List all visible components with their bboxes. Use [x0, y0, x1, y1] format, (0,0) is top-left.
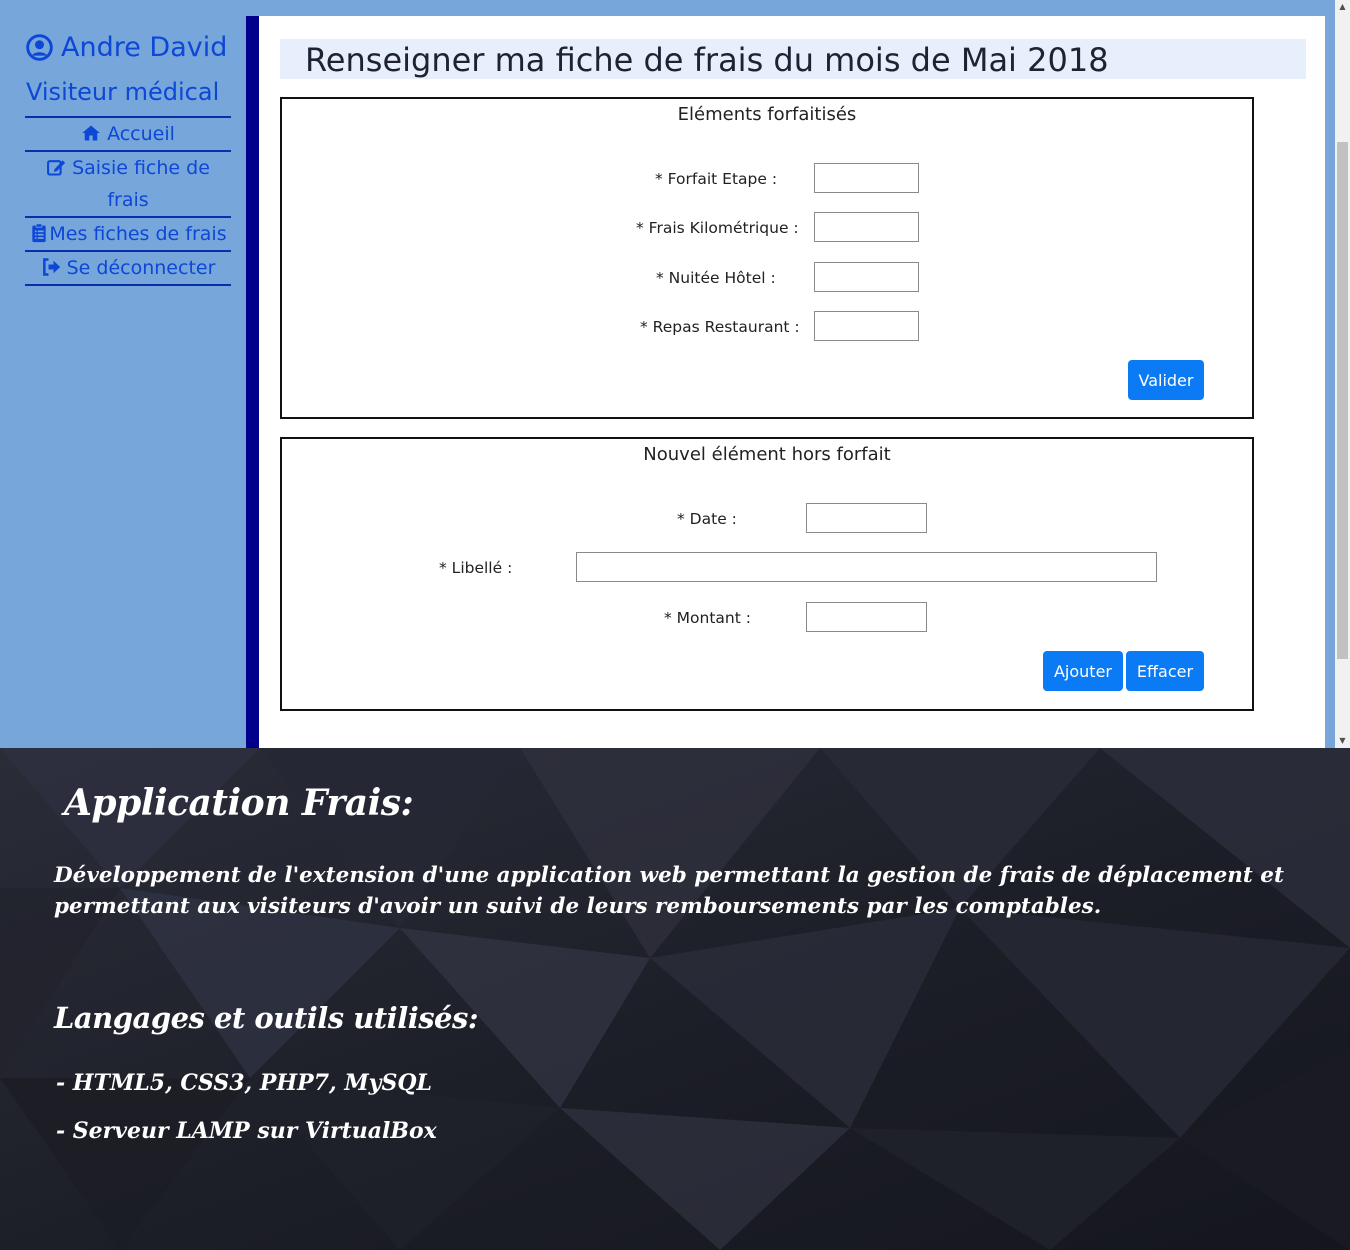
- hors-forfait-fieldset: Nouvel élément hors forfait * Date : * L…: [280, 437, 1254, 711]
- nav-item-sheets[interactable]: Mes fiches de frais: [25, 216, 231, 250]
- nuitee-hotel-label: * Nuitée Hôtel :: [656, 269, 776, 287]
- scroll-thumb[interactable]: [1337, 142, 1348, 659]
- user-circle-icon: [26, 34, 53, 61]
- forfait-legend: Eléments forfaitisés: [677, 104, 857, 125]
- page-title: Renseigner ma fiche de frais du mois de …: [280, 39, 1306, 79]
- sign-out-icon: [42, 258, 60, 276]
- clear-button[interactable]: Effacer: [1126, 651, 1204, 691]
- sidebar-divider: [246, 16, 259, 748]
- tool-item-2: - Serveur LAMP sur VirtualBox: [56, 1118, 437, 1144]
- project-description-panel: Application Frais: Développement de l'ex…: [0, 748, 1350, 1250]
- montant-input[interactable]: [806, 602, 927, 632]
- hors-forfait-legend: Nouvel élément hors forfait: [643, 444, 891, 465]
- montant-label: * Montant :: [664, 609, 751, 627]
- main-content: Renseigner ma fiche de frais du mois de …: [259, 16, 1325, 748]
- forfait-etape-label: * Forfait Etape :: [655, 170, 778, 188]
- nav-logout-label: Se déconnecter: [66, 257, 216, 279]
- tools-title: Langages et outils utilisés:: [54, 1001, 479, 1035]
- user-name-text: Andre David: [61, 32, 228, 63]
- sidebar-nav: Accueil Saisie fiche de frais Mes fiches…: [25, 116, 231, 286]
- nav-item-entry[interactable]: Saisie fiche de frais: [25, 150, 231, 216]
- nav-item-logout[interactable]: Se déconnecter: [25, 250, 231, 286]
- vertical-scrollbar[interactable]: ▲ ▼: [1335, 0, 1350, 748]
- nav-entry-label-2: frais: [107, 189, 149, 211]
- tool-item-1: - HTML5, CSS3, PHP7, MySQL: [56, 1070, 432, 1096]
- nav-item-home[interactable]: Accueil: [25, 116, 231, 150]
- app-screenshot: Andre David Visiteur médical Accueil Sai…: [0, 0, 1350, 748]
- promo-description: Développement de l'extension d'une appli…: [54, 863, 1284, 919]
- frais-km-input[interactable]: [814, 212, 919, 242]
- repas-restaurant-label: * Repas Restaurant :: [640, 318, 800, 336]
- user-name: Andre David: [26, 32, 227, 63]
- libelle-label: * Libellé :: [439, 559, 513, 577]
- nav-home-label: Accueil: [107, 123, 175, 145]
- add-button[interactable]: Ajouter: [1043, 651, 1123, 691]
- libelle-input[interactable]: [576, 552, 1157, 582]
- nav-sheets-label: Mes fiches de frais: [49, 223, 227, 245]
- edit-icon: [47, 160, 66, 176]
- home-icon: [82, 125, 100, 141]
- validate-button[interactable]: Valider: [1128, 360, 1204, 400]
- forfait-etape-input[interactable]: [814, 163, 919, 193]
- date-input[interactable]: [806, 503, 927, 533]
- date-label: * Date :: [677, 510, 737, 528]
- scroll-down-arrow-icon[interactable]: ▼: [1335, 734, 1350, 748]
- repas-restaurant-input[interactable]: [814, 311, 919, 341]
- frais-km-label: * Frais Kilométrique :: [636, 219, 799, 237]
- sidebar: Andre David Visiteur médical Accueil Sai…: [0, 0, 246, 748]
- promo-title: Application Frais:: [64, 782, 414, 824]
- nuitee-hotel-input[interactable]: [814, 262, 919, 292]
- scroll-up-arrow-icon[interactable]: ▲: [1335, 0, 1350, 14]
- clipboard-list-icon: [32, 223, 47, 243]
- forfait-fieldset: Eléments forfaitisés * Forfait Etape : *…: [280, 97, 1254, 419]
- user-role: Visiteur médical: [26, 78, 220, 106]
- nav-entry-label-1: Saisie fiche de: [72, 157, 210, 179]
